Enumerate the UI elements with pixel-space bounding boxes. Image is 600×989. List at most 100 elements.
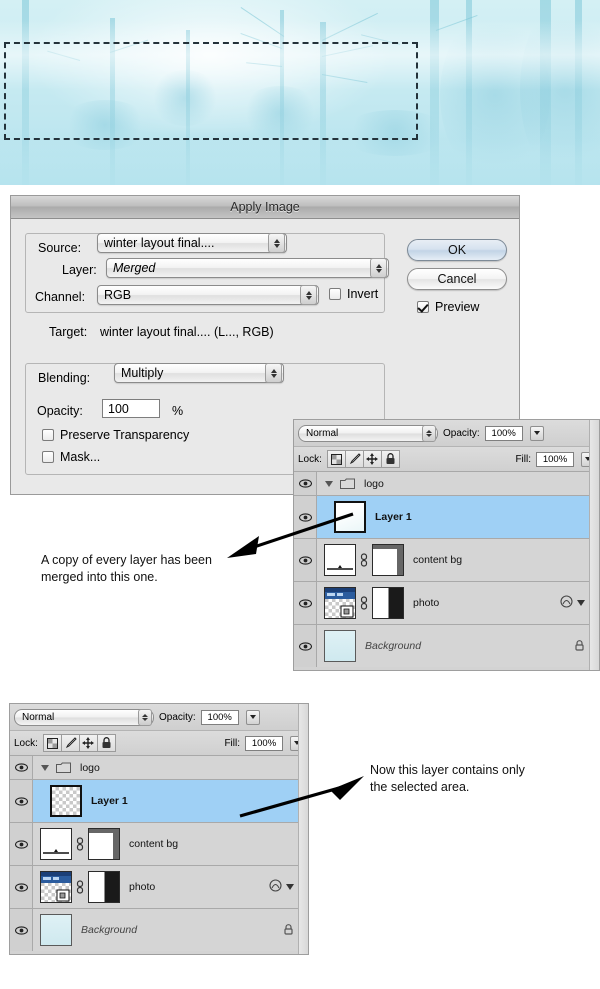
layer-row[interactable]: photo [10, 866, 308, 909]
blending-mode-dropdown[interactable]: Multiply [114, 363, 284, 383]
annotation-text-first: A copy of every layer has been merged in… [41, 552, 276, 586]
layer-thumbnail[interactable] [40, 871, 72, 903]
lock-all-icon[interactable] [97, 735, 115, 751]
opacity-input[interactable]: 100% [200, 709, 239, 725]
preview-checkbox-row[interactable]: Preview [417, 300, 479, 314]
layer-name: logo [364, 477, 384, 490]
chevron-updown-icon [370, 258, 387, 278]
layer-name: content bg [129, 838, 179, 850]
link-mask-icon[interactable] [75, 880, 85, 894]
layer-thumbnail[interactable] [40, 828, 72, 860]
effects-disclosure-triangle-icon[interactable] [286, 882, 294, 893]
mask-label: Mask... [60, 450, 101, 464]
fill-input[interactable]: 100% [245, 735, 283, 751]
layer-effects-icon[interactable] [560, 595, 573, 611]
lock-transparent-pixels-icon[interactable] [327, 451, 346, 467]
blending-mode-value: Multiply [121, 366, 164, 380]
eye-icon[interactable] [294, 472, 317, 495]
layer-thumbnail[interactable] [324, 630, 356, 662]
eye-icon[interactable] [10, 756, 33, 779]
layer-name: Background [365, 640, 422, 652]
invert-checkbox[interactable] [329, 288, 341, 300]
link-mask-icon[interactable] [359, 596, 369, 610]
lock-transparent-pixels-icon[interactable] [43, 735, 62, 751]
layer-row[interactable]: content bg [10, 823, 308, 866]
layer-thumbnail[interactable] [324, 587, 356, 619]
fill-input[interactable]: 100% [536, 451, 574, 467]
lock-position-icon[interactable] [363, 451, 382, 467]
layer-thumbnail[interactable] [40, 914, 72, 946]
preserve-transparency-checkbox[interactable] [42, 429, 54, 441]
layer-mask-thumbnail[interactable] [88, 871, 120, 903]
source-dropdown[interactable]: winter layout final.... [97, 233, 287, 253]
layer-mask-thumbnail[interactable] [372, 587, 404, 619]
folder-icon [340, 478, 355, 489]
layer-mask-thumbnail[interactable] [88, 828, 120, 860]
opacity-input[interactable]: 100% [484, 425, 523, 441]
panel-scrollbar[interactable] [589, 420, 599, 670]
blend-mode-dropdown[interactable]: Normal [298, 424, 438, 442]
eye-icon[interactable] [294, 625, 317, 667]
layer-thumbnail[interactable] [50, 785, 82, 817]
lock-image-pixels-icon[interactable] [345, 451, 364, 467]
eye-icon[interactable] [10, 909, 33, 951]
eye-icon[interactable] [10, 780, 33, 822]
source-dropdown-value: winter layout final.... [104, 236, 215, 250]
lock-image-pixels-icon[interactable] [61, 735, 80, 751]
opacity-value: 100 [108, 401, 129, 416]
invert-label: Invert [347, 287, 379, 301]
layer-dropdown[interactable]: Merged [106, 258, 389, 278]
channel-dropdown[interactable]: RGB [97, 285, 319, 305]
ok-button[interactable]: OK [407, 239, 507, 261]
channel-label: Channel: [35, 290, 86, 304]
group-disclosure-triangle-icon[interactable] [41, 764, 49, 771]
layer-name: Background [81, 924, 138, 936]
layer-name: content bg [413, 554, 463, 566]
mask-row[interactable]: Mask... [42, 450, 100, 464]
cancel-button[interactable]: Cancel [407, 268, 507, 290]
layers-lock-bar: Lock: Fill: 100% [10, 731, 308, 756]
preview-checkbox[interactable] [417, 301, 429, 313]
layer-name: photo [413, 597, 440, 609]
chevron-updown-icon [138, 708, 152, 726]
layer-mask-thumbnail[interactable] [372, 544, 404, 576]
annotation-second-line2: the selected area. [370, 779, 470, 794]
eye-icon[interactable] [10, 866, 33, 908]
opacity-stepper[interactable] [245, 709, 260, 725]
panel-scrollbar[interactable] [298, 704, 308, 954]
opacity-value: 100% [207, 711, 232, 723]
percent-label: % [172, 404, 184, 418]
invert-checkbox-row[interactable]: Invert [329, 287, 378, 301]
blend-mode-value: Normal [306, 427, 339, 439]
layer-effects-icon[interactable] [269, 879, 282, 895]
lock-all-icon[interactable] [381, 451, 399, 467]
lock-position-icon[interactable] [79, 735, 98, 751]
layer-row[interactable]: Background [294, 625, 599, 667]
opacity-input[interactable]: 100 [102, 399, 160, 418]
dialog-title-bar: Apply Image [11, 196, 519, 219]
eye-icon[interactable] [10, 823, 33, 865]
blending-label: Blending: [35, 371, 94, 385]
link-mask-icon[interactable] [359, 553, 369, 567]
lock-label: Lock: [298, 453, 322, 465]
opacity-label: Opacity: [159, 711, 196, 723]
lock-label: Lock: [14, 737, 38, 749]
annotation-first-line2: merged into this one. [41, 569, 158, 584]
layer-row[interactable]: photo [294, 582, 599, 625]
eye-icon[interactable] [294, 582, 317, 624]
blend-mode-dropdown[interactable]: Normal [14, 708, 154, 726]
fill-label: Fill: [515, 453, 531, 465]
target-label: Target: [49, 325, 88, 339]
layers-panel-bottom: Normal Opacity: 100% Lock: Fill: 100% lo… [9, 703, 309, 955]
mask-checkbox[interactable] [42, 451, 54, 463]
opacity-stepper[interactable] [529, 425, 544, 441]
lock-badge-icon [574, 639, 585, 654]
layer-row[interactable]: Background [10, 909, 308, 951]
rectangular-selection-marquee[interactable] [4, 42, 418, 140]
preserve-transparency-row[interactable]: Preserve Transparency [42, 428, 189, 442]
group-disclosure-triangle-icon[interactable] [325, 480, 333, 487]
layers-panel-top-bar: Normal Opacity: 100% [294, 420, 599, 447]
effects-disclosure-triangle-icon[interactable] [577, 598, 585, 609]
link-mask-icon[interactable] [75, 837, 85, 851]
layer-row[interactable]: logo [294, 472, 599, 496]
